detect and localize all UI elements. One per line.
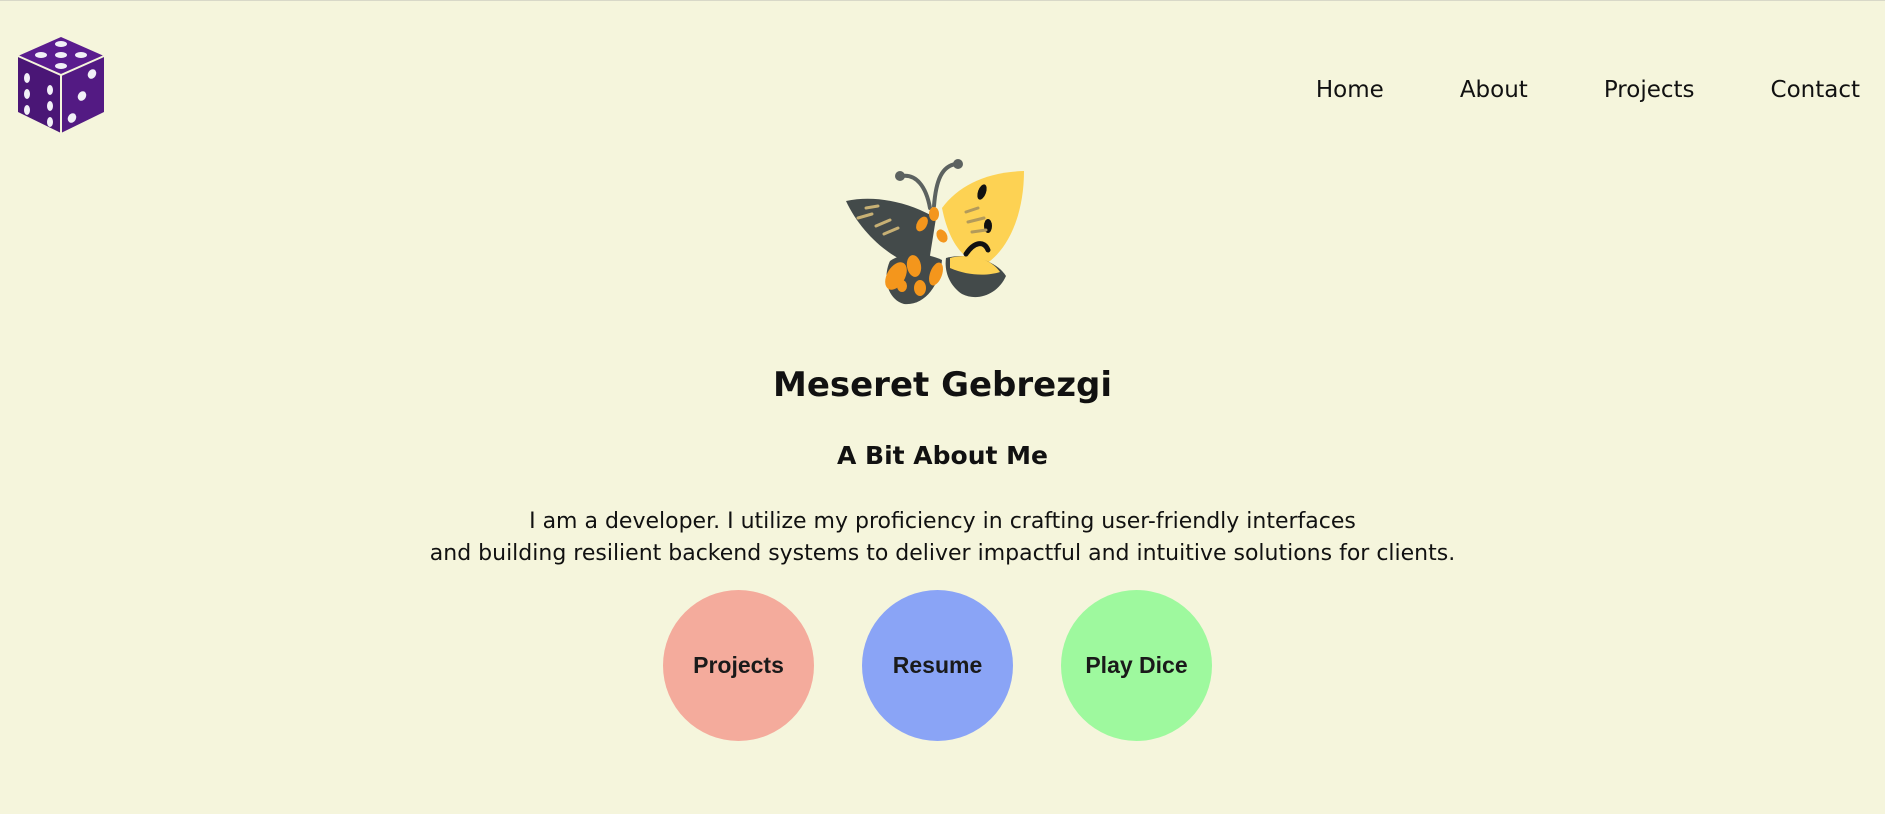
nav-projects-link[interactable]: Projects: [1604, 75, 1695, 105]
bio-line: and building resilient backend systems t…: [429, 541, 1456, 566]
page-title: Meseret Gebrezgi: [772, 365, 1113, 405]
bio-text: I am a developer. I utilize my proficien…: [0, 506, 1885, 570]
nav-home-link[interactable]: Home: [1316, 75, 1384, 105]
page: Home About Projects Contact Meseret Gebr…: [0, 0, 1885, 814]
about-heading: A Bit About Me: [836, 441, 1049, 470]
bio-line: I am a developer. I utilize my proficien…: [529, 509, 1356, 534]
nav-contact-link[interactable]: Contact: [1771, 75, 1860, 105]
butterfly-icon: [846, 159, 1024, 305]
play-dice-button[interactable]: Play Dice: [1061, 590, 1212, 741]
main-nav: Home About Projects Contact: [1316, 75, 1860, 105]
projects-button[interactable]: Projects: [663, 590, 814, 741]
resume-button[interactable]: Resume: [862, 590, 1013, 741]
dice-logo-icon[interactable]: [14, 34, 108, 136]
nav-about-link[interactable]: About: [1460, 75, 1528, 105]
action-buttons: Projects Resume Play Dice: [663, 590, 1212, 741]
